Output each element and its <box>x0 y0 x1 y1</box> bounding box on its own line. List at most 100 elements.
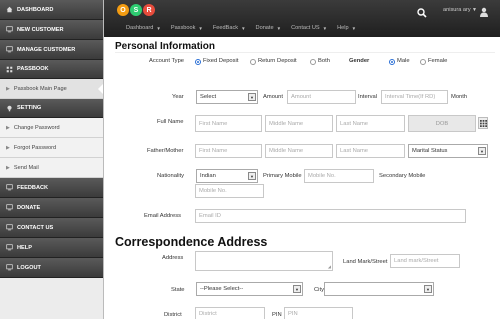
city-label: City <box>314 287 324 293</box>
sidebar-item-new-customer[interactable]: NEW CUSTOMER <box>0 20 103 40</box>
year-select[interactable]: Select ▼ <box>196 90 258 104</box>
email-input[interactable]: Email ID <box>195 209 466 223</box>
sidebar-item-passbook-main-page[interactable]: ▶ Passbook Main Page <box>0 79 103 99</box>
father-first-name-input[interactable]: First Name <box>195 144 262 158</box>
chevron-down-icon: ▼ <box>351 25 357 31</box>
sidebar-item-change-password[interactable]: ▶ Change Password <box>0 118 103 138</box>
state-select[interactable]: --Please Select-- ▼ <box>196 282 303 296</box>
topnav-contact-us[interactable]: Contact US ▼ <box>291 25 327 31</box>
father-middle-name-input[interactable]: Middle Name <box>265 144 333 158</box>
first-name-input[interactable]: First Name <box>195 115 262 132</box>
secondary-mobile-input[interactable]: Mobile No. <box>195 184 264 198</box>
landmark-label: Land Mark/Street <box>343 259 388 265</box>
primary-mobile-input[interactable]: Mobile No. <box>304 169 374 183</box>
primary-mobile-label: Primary Mobile <box>263 173 302 179</box>
marital-status-select[interactable]: Marital Status ▼ <box>408 144 488 158</box>
chevron-down-icon: ▼ <box>322 25 328 31</box>
app-window: DASHBOARD NEW CUSTOMER MANAGE CUSTOMER P… <box>0 0 500 319</box>
monitor-icon <box>5 46 13 54</box>
user-name[interactable]: anisura ary <box>443 7 471 13</box>
amount-label: Amount <box>263 94 283 100</box>
chevron-down-icon: ▼ <box>198 25 203 31</box>
monitor-icon <box>5 184 13 192</box>
logo[interactable]: O S R <box>117 4 155 16</box>
father-mother-label: Father/Mother <box>147 148 184 154</box>
topnav-donate[interactable]: Donate ▼ <box>256 25 282 31</box>
chevron-right-icon: ▶ <box>6 164 10 171</box>
chevron-down-icon: ▼ <box>248 172 256 180</box>
sidebar-item-send-mail[interactable]: ▶ Send Mail <box>0 158 103 178</box>
radio-both-label: Both <box>318 58 330 64</box>
sidebar: DASHBOARD NEW CUSTOMER MANAGE CUSTOMER P… <box>0 0 104 319</box>
radio-fixed-deposit[interactable] <box>195 59 201 65</box>
dob-input[interactable]: DOB <box>408 115 476 132</box>
calendar-icon[interactable] <box>478 117 488 129</box>
topnav-help[interactable]: Help ▼ <box>337 25 356 31</box>
logo-letter: S <box>130 4 142 16</box>
bulb-icon <box>5 104 13 112</box>
sidebar-item-logout[interactable]: LOGOUT <box>0 258 103 278</box>
radio-both[interactable] <box>310 59 316 65</box>
radio-female[interactable] <box>420 59 426 65</box>
radio-return-deposit[interactable] <box>250 59 256 65</box>
topnav-feedback[interactable]: FeedBack ▼ <box>213 25 246 31</box>
sidebar-item-contact-us[interactable]: CONTACT US <box>0 218 103 238</box>
sidebar-item-manage-customer[interactable]: MANAGE CUSTOMER <box>0 40 103 60</box>
address-label: Address <box>162 255 184 261</box>
email-label: Email Address <box>144 213 182 219</box>
radio-male-label: Male <box>397 58 410 64</box>
section-title-correspondence: Correspondence Address <box>115 235 268 249</box>
city-select[interactable]: ▼ <box>324 282 434 296</box>
user-avatar-icon[interactable] <box>479 4 489 17</box>
sidebar-item-forgot-password[interactable]: ▶ Forgot Password <box>0 138 103 158</box>
chevron-down-icon: ▼ <box>241 25 246 31</box>
sidebar-item-label: MANAGE CUSTOMER <box>17 46 76 53</box>
search-icon[interactable] <box>417 5 427 18</box>
topnav-label: Donate <box>255 25 274 31</box>
topnav-label: Contact US <box>291 25 320 31</box>
chevron-down-icon: ▼ <box>478 147 486 155</box>
sidebar-item-donate[interactable]: DONATE <box>0 198 103 218</box>
sidebar-item-help[interactable]: HELP <box>0 238 103 258</box>
grid-icon <box>5 65 13 73</box>
nationality-label: Nationality <box>157 173 185 179</box>
middle-name-input[interactable]: Middle Name <box>265 115 333 132</box>
sidebar-item-label: DASHBOARD <box>17 6 54 13</box>
interval-input[interactable]: Interval Time(If RD) <box>381 90 448 104</box>
sidebar-item-setting[interactable]: SETTING <box>0 99 103 118</box>
form-area: Personal Information Account Type Fixed … <box>104 37 500 319</box>
monitor-icon <box>5 26 13 34</box>
full-name-label: Full Name <box>157 119 184 125</box>
pin-input[interactable]: PIN <box>284 307 353 319</box>
topnav-passbook[interactable]: Passbook ▼ <box>171 25 203 31</box>
sidebar-item-label: Send Mail <box>13 164 39 171</box>
sidebar-item-dashboard[interactable]: DASHBOARD <box>0 0 103 20</box>
sidebar-item-passbook[interactable]: PASSBOOK <box>0 60 103 79</box>
chevron-right-icon: ▶ <box>6 124 10 131</box>
top-header: O S R anisura ary ▼ Dashboard ▼ Passbook ▼… <box>104 0 500 37</box>
monitor-icon <box>5 264 13 272</box>
radio-male[interactable] <box>389 59 395 65</box>
nationality-select[interactable]: Indian ▼ <box>196 169 258 183</box>
chevron-down-icon: ▼ <box>276 25 282 31</box>
address-textarea[interactable]: ◢ <box>195 251 333 271</box>
resize-handle-icon[interactable]: ◢ <box>328 264 331 269</box>
sidebar-item-label: FEEDBACK <box>17 184 49 191</box>
district-input[interactable]: District <box>195 307 265 319</box>
month-label: Month <box>451 94 468 100</box>
topnav-dashboard[interactable]: Dashboard ▼ <box>126 25 161 31</box>
sidebar-item-feedback[interactable]: FEEDBACK <box>0 178 103 198</box>
chevron-down-icon: ▼ <box>424 285 432 293</box>
chevron-down-icon: ▼ <box>156 25 161 31</box>
gender-label: Gender <box>349 58 370 64</box>
landmark-input[interactable]: Land mark/Street <box>390 254 460 268</box>
sidebar-item-label: SETTING <box>17 105 42 111</box>
interval-label: Interval <box>358 94 378 100</box>
sidebar-item-label: Change Password <box>13 124 60 131</box>
last-name-input[interactable]: Last Name <box>336 115 405 132</box>
home-icon <box>5 6 13 14</box>
chevron-down-icon: ▼ <box>248 93 256 101</box>
chevron-down-icon[interactable]: ▼ <box>472 7 477 13</box>
father-last-name-input[interactable]: Last Name <box>336 144 405 158</box>
amount-input[interactable]: Amount <box>287 90 356 104</box>
